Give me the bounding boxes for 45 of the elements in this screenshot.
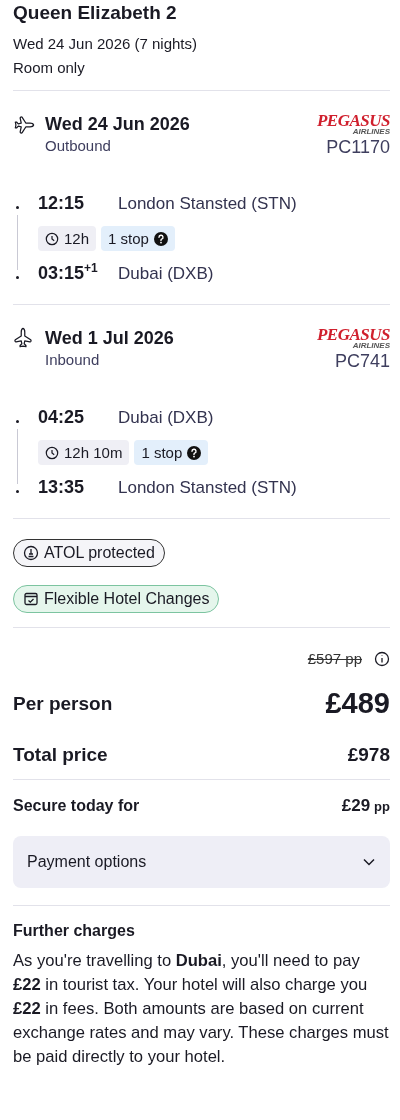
departure-airport: London Stansted (STN) [118, 194, 297, 214]
total-price: £978 [347, 744, 390, 766]
further-charges-title: Further charges [13, 922, 136, 940]
departure-time: 12:15 [38, 193, 86, 214]
airline-logo: PEGASUS [316, 327, 390, 342]
per-person-label: Per person [13, 692, 113, 715]
stops-chip[interactable]: 1 stop [134, 440, 209, 465]
flight-direction: Outbound [45, 136, 112, 156]
total-price-label: Total price [13, 744, 108, 766]
secure-label: Secure today for [13, 797, 140, 815]
atol-badge: ATOL protected [13, 539, 165, 567]
flexible-badge: Flexible Hotel Changes [13, 585, 220, 613]
flight-date: Wed 24 Jun 2026 [45, 113, 191, 135]
secure-amount: £29 [341, 796, 371, 815]
arrival-airport: London Stansted (STN) [118, 478, 297, 498]
help-icon [187, 445, 202, 460]
arrival-time: 03:15$^{+1}$ [38, 263, 99, 284]
airline-logo-subtext: AIRLINES [352, 128, 390, 135]
clock-icon [45, 231, 59, 246]
info-icon[interactable] [374, 650, 390, 667]
departure-time: 04:25 [38, 407, 86, 428]
airline-logo: PEGASUS [316, 113, 390, 128]
hotel-name: Queen Elizabeth 2 [13, 2, 178, 24]
flight-date: Wed 1 Jul 2026 [45, 327, 175, 349]
duration-chip: 12h 10m [38, 440, 130, 465]
payment-options-dropdown[interactable]: Payment options [13, 836, 390, 888]
flight-number: PC741 [334, 350, 390, 373]
flight-number: PC1170 [326, 136, 390, 159]
chevron-icon [362, 857, 376, 867]
stay-dates: Wed 24 Jun 2026 (7 nights) [13, 34, 198, 54]
original-price: £597 pp [307, 650, 362, 667]
board-type: Room only [13, 58, 86, 78]
departure-airport: Dubai (DXB) [118, 408, 214, 428]
help-icon [153, 231, 168, 246]
airline-logo-subtext: AIRLINES [352, 342, 390, 349]
calendar-check-icon [23, 591, 39, 607]
secure-unit: pp [374, 799, 390, 814]
arrival-airport: Dubai (DXB) [118, 264, 214, 284]
arrival-time: 13:35 [38, 477, 86, 498]
flight-direction: Inbound [45, 350, 101, 370]
clock-icon [45, 445, 59, 460]
duration-chip: 12h [38, 226, 97, 251]
further-charges-text: As you're travelling to Dubai, you'll need to pay £22 in tourist tax. Your hotel will also charge you £22 in fees. Both amounts are based on current exchange rates and may vary. These charges must be paid directly to your hotel. [13, 950, 390, 1068]
stops-chip[interactable]: 1 stop [101, 226, 175, 251]
per-person-price: £489 [325, 687, 390, 720]
